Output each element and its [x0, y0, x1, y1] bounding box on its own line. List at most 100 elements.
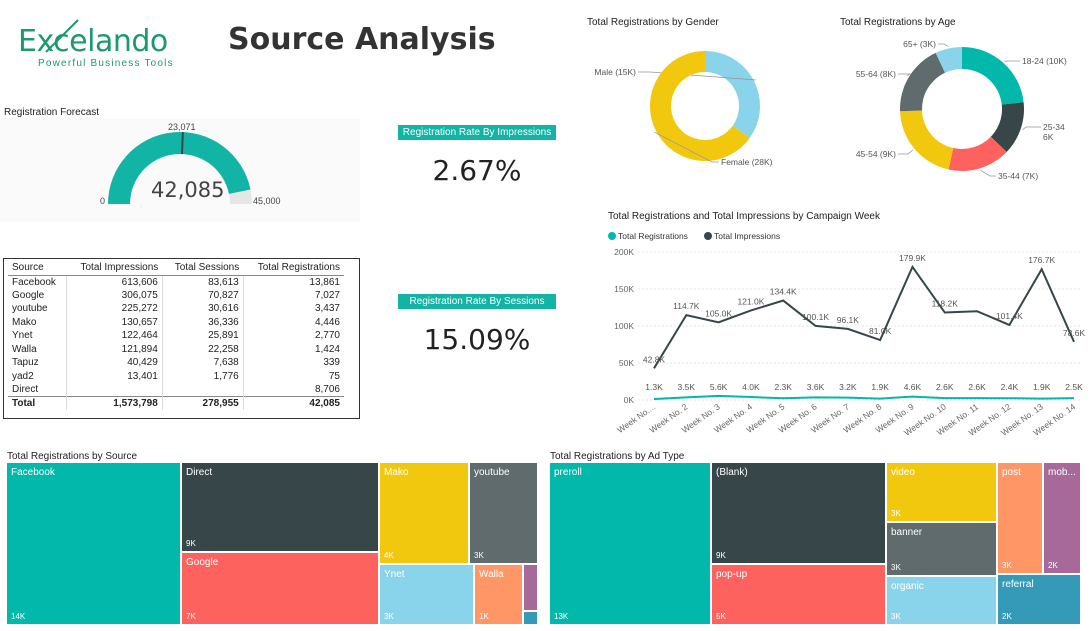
source-tile-tapuz[interactable]	[524, 565, 537, 610]
age-leader-line	[898, 73, 912, 76]
age-slice-55-64[interactable]	[900, 52, 946, 112]
table-cell: youtube	[12, 303, 48, 315]
adtype-tile-value: 3K	[891, 612, 901, 621]
legend-marker[interactable]	[608, 232, 616, 240]
gender-donut-chart[interactable]: Male (15K) Female (28K)	[584, 34, 804, 194]
logo: Excelando Powerful Business Tools	[18, 18, 198, 70]
table-cell: 25,891	[161, 329, 244, 343]
adtype-tile-preroll[interactable]: preroll 13K	[550, 463, 710, 624]
data-label: 2.6K	[936, 382, 954, 392]
table-row[interactable]: Mako 130,657 36,336 4,446	[8, 315, 344, 329]
source-tile-google[interactable]: Google 7K	[182, 553, 378, 624]
table-cell: 225,272	[66, 302, 163, 316]
source-tile-value: 1K	[479, 612, 489, 621]
age-data-label: 65+ (3K)	[903, 39, 936, 49]
kpi-impressions-card[interactable]: Registration Rate By Impressions 2.67%	[398, 125, 556, 195]
table-row[interactable]: Facebook 613,606 83,613 13,861	[8, 275, 344, 289]
registration-forecast-gauge[interactable]: 23,071 42,085 0 45,000	[0, 118, 360, 222]
data-label: 1.9K	[1033, 382, 1051, 392]
table-cell: 1,776	[161, 369, 244, 383]
table-total-row: Total 1,573,798 278,955 42,085	[8, 396, 344, 410]
age-slice-45-54[interactable]	[900, 110, 954, 170]
source-tile-walla[interactable]: Walla 1K	[475, 565, 522, 624]
campaign-week-line-chart[interactable]: Total Registrations Total Impressions 0K 50…	[604, 226, 1088, 446]
adtype-tile-value: 5K	[716, 612, 726, 621]
source-tile-label: Google	[186, 557, 219, 568]
column-header[interactable]: Total Registrations	[243, 261, 344, 276]
table-row[interactable]: Direct 8,706	[8, 383, 344, 397]
source-tile-direct[interactable]: Direct 9K	[182, 463, 378, 551]
table-cell: Walla	[12, 343, 37, 355]
source-tile-youtube[interactable]: youtube 3K	[470, 463, 537, 563]
adtype-tile-banner[interactable]: banner 3K	[887, 523, 996, 575]
legend-label[interactable]: Total Impressions	[714, 231, 780, 241]
column-header[interactable]: Total Sessions	[162, 261, 244, 276]
table-total-cell: Total	[8, 396, 67, 410]
data-label: 3.6K	[807, 382, 825, 392]
table-row[interactable]: yad2 13,401 1,776 75	[8, 369, 344, 383]
kpi-sessions-card[interactable]: Registration Rate By Sessions 15.09%	[398, 294, 556, 364]
table-total-cell: 1,573,798	[66, 396, 163, 410]
table-cell: Direct	[12, 384, 39, 395]
source-treemap[interactable]: Facebook 14K Direct 9K Google 7K Mako 4K youtube…	[7, 463, 537, 624]
source-tile-label: Facebook	[11, 467, 55, 478]
adtype-tile-organic[interactable]: organic 3K	[887, 577, 996, 624]
adtype-tile-label: (Blank)	[716, 467, 748, 478]
adtype-tile-mob-[interactable]: mob... 2K	[1044, 463, 1080, 573]
gauge-min-label: 0	[100, 196, 106, 206]
adtype-tile-pop-up[interactable]: pop-up 5K	[712, 565, 885, 624]
table-row[interactable]: Google 306,075 70,827 7,027	[8, 288, 344, 302]
table-cell: yad2	[12, 370, 34, 382]
data-label: 1.3K	[645, 382, 663, 392]
data-label: 78.6K	[1063, 328, 1086, 338]
source-table[interactable]: Source Total Impressions Total Sessions …	[3, 258, 360, 419]
age-donut-chart[interactable]: 18-24 (10K) 25-34 35-44 (7K) 45-54 (9K) 55-6…	[840, 34, 1086, 194]
data-label: 118.2K	[932, 299, 959, 309]
adtype-tile-post[interactable]: post 3K	[998, 463, 1042, 573]
adtype-tile-video[interactable]: video 3K	[887, 463, 996, 521]
table-cell: Tapuz	[12, 357, 39, 369]
adtype-tile-value: 9K	[716, 551, 726, 560]
adtype-tile-value: 2K	[1002, 612, 1012, 621]
adtype-tile-referral[interactable]: referral 2K	[998, 575, 1080, 624]
data-label: 121.0K	[737, 296, 764, 306]
source-tile-yad2[interactable]	[524, 612, 537, 624]
gender-slice-male[interactable]	[705, 51, 760, 139]
age-leader-line	[1022, 126, 1041, 130]
table-row[interactable]: Walla 121,894 22,258 1,424	[8, 342, 344, 356]
age-data-label: 45-54 (9K)	[856, 149, 896, 159]
table-cell: Ynet	[12, 330, 33, 342]
adtype-tile-label: mob...	[1048, 467, 1076, 478]
source-tile-facebook[interactable]: Facebook 14K	[7, 463, 180, 624]
table-cell: 1,424	[242, 342, 344, 356]
legend-label[interactable]: Total Registrations	[618, 231, 688, 241]
table-total-cell: 278,955	[161, 396, 244, 410]
adtype-tile-label: referral	[1002, 579, 1034, 590]
y-tick-label: 200K	[614, 247, 634, 257]
adtype-treemap[interactable]: preroll 13K (Blank) 9K pop-up 5K video 3K banner…	[550, 463, 1080, 624]
adtype-tile-value: 3K	[891, 563, 901, 572]
data-label: 101.4K	[996, 311, 1023, 321]
source-tile-label: Walla	[479, 569, 504, 580]
column-header[interactable]: Total Impressions	[66, 261, 163, 276]
line-chart-title: Total Registrations and Total Impression…	[608, 211, 880, 222]
data-label: 2.4K	[1001, 382, 1019, 392]
table-row[interactable]: Ynet 122,464 25,891 2,770	[8, 329, 344, 343]
source-tile-ynet[interactable]: Ynet 3K	[380, 565, 473, 624]
source-tile-value: 7K	[186, 612, 196, 621]
legend-marker[interactable]	[704, 232, 712, 240]
source-tile-mako[interactable]: Mako 4K	[380, 463, 468, 563]
table-cell: 130,657	[66, 315, 163, 329]
data-label: 3.2K	[839, 382, 857, 392]
adtype-tile--blank-[interactable]: (Blank) 9K	[712, 463, 885, 563]
data-label: 176.7K	[1028, 255, 1055, 265]
column-header[interactable]: Source	[8, 261, 67, 276]
table-row[interactable]: Tapuz 40,429 7,638 339	[8, 356, 344, 370]
age-data-label: 55-64 (8K)	[856, 69, 896, 79]
age-slice-18-24[interactable]	[962, 47, 1024, 105]
table-row[interactable]: youtube 225,272 30,616 3,437	[8, 302, 344, 316]
data-label: 81.0K	[869, 326, 892, 336]
data-label: 114.7K	[673, 301, 700, 311]
series-line-registrations[interactable]	[653, 394, 1075, 401]
data-label: 4.0K	[742, 382, 760, 392]
